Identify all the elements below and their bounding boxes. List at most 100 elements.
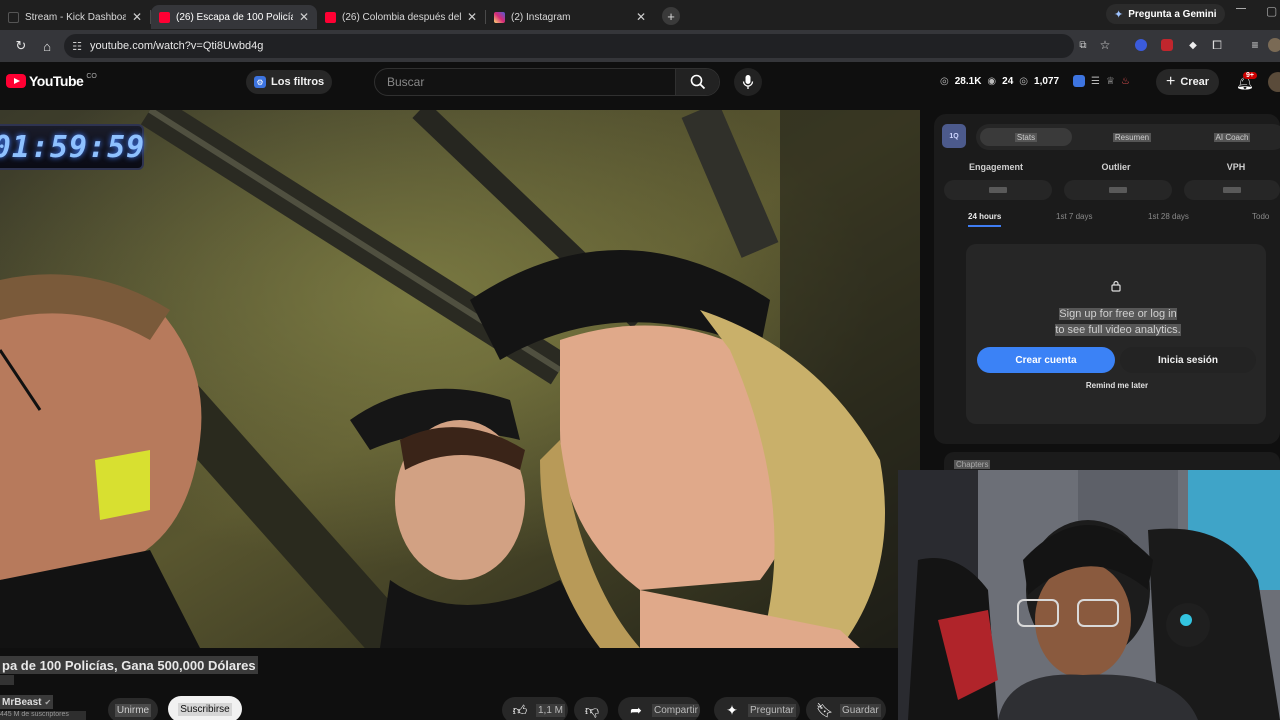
gemini-sparkle-icon: ✦ xyxy=(1114,8,1124,21)
likes-stat: 1,077 xyxy=(1034,75,1060,87)
logo-wordmark: YouTube xyxy=(29,73,84,89)
streamer-webcam-overlay xyxy=(898,470,1280,720)
address-bar[interactable]: ☷ youtube.com/watch?v=Qti8Uwbd4g xyxy=(64,34,1074,58)
verified-check-icon: ✔ xyxy=(44,697,52,707)
close-tab-icon[interactable]: ✕ xyxy=(132,10,142,24)
bookmark-star-icon[interactable]: ☆ xyxy=(1096,36,1114,54)
analytics-logo: 1Q xyxy=(942,124,966,148)
trophy-icon[interactable]: ♕ xyxy=(1106,76,1115,87)
extensions-puzzle-icon[interactable]: ⧠ xyxy=(1208,36,1226,54)
filters-button[interactable]: ⚙ Los filtros xyxy=(246,70,333,94)
save-button[interactable]: 🔖︎ Guardar xyxy=(806,697,886,720)
tab-resumen[interactable]: Resumen xyxy=(1086,128,1178,146)
video-title: pa de 100 Policías, Gana 500,000 Dólares xyxy=(0,656,258,674)
analytics-tabs: Stats Resumen AI Coach xyxy=(976,124,1280,150)
profile-avatar[interactable] xyxy=(1266,36,1280,54)
metric-vph-value xyxy=(1184,180,1280,200)
extension-diamond-icon[interactable]: ◆ xyxy=(1184,36,1202,54)
close-tab-icon[interactable]: ✕ xyxy=(299,10,309,24)
subscribe-label: Suscribirse xyxy=(178,702,232,716)
search-input[interactable] xyxy=(375,69,675,95)
dislike-button[interactable]: 👎︎ xyxy=(574,697,608,720)
remind-later-link[interactable]: Remind me later xyxy=(1044,381,1190,390)
minimize-window-icon[interactable] xyxy=(1236,8,1246,9)
ask-button[interactable]: ✦ Preguntar xyxy=(714,697,800,720)
extension-stats-bar: ◎ 28.1K ◉ 24 ◎ 1,077 ☰ ♕ ♨ xyxy=(940,75,1130,87)
tab-label: Stats xyxy=(1014,132,1038,142)
tab-stats[interactable]: Stats xyxy=(980,128,1072,146)
extension-blue-icon[interactable] xyxy=(1073,75,1086,87)
ask-label: Preguntar xyxy=(748,703,796,717)
voice-search-button[interactable] xyxy=(734,68,762,96)
subscribe-button[interactable]: Suscribirse xyxy=(168,696,242,720)
search-button[interactable] xyxy=(675,69,719,95)
chapters-panel[interactable]: Chapters xyxy=(944,452,1280,472)
title-subcaption xyxy=(0,675,14,685)
youtube-logo[interactable]: YouTube CO xyxy=(6,73,97,89)
eye-icon: ◉ xyxy=(987,75,997,87)
subscriber-count: 445 M de suscriptores xyxy=(0,711,86,720)
login-button[interactable]: Inicia sesión xyxy=(1120,347,1256,373)
reading-list-icon[interactable]: ≡ xyxy=(1246,36,1264,54)
range-24-hours[interactable]: 24 hours xyxy=(968,212,1002,227)
extension-red-icon[interactable] xyxy=(1158,36,1176,54)
tab-title: Stream - Kick Dashboard xyxy=(25,11,126,23)
create-label: Crear xyxy=(1180,76,1210,88)
list-icon[interactable]: ☰ xyxy=(1091,76,1100,87)
alert-icon[interactable]: ♨ xyxy=(1121,76,1130,87)
maximize-window-icon[interactable]: ▢ xyxy=(1266,4,1277,18)
channel-name-text: MrBeast xyxy=(2,696,42,708)
like-button[interactable]: 👍︎ 1,1 M xyxy=(502,697,568,720)
metric-engagement-value xyxy=(944,180,1052,200)
channel-name[interactable]: MrBeast ✔ xyxy=(0,695,54,709)
account-avatar[interactable] xyxy=(1268,72,1280,92)
join-label: Unirme xyxy=(114,703,152,717)
tab-ai-coach[interactable]: AI Coach xyxy=(1186,128,1278,146)
site-settings-icon[interactable]: ☷ xyxy=(64,40,90,53)
signup-line-1: Sign up for free or log in xyxy=(1059,308,1177,320)
cast-icon[interactable]: ⧉ xyxy=(1074,36,1092,54)
tab-label: AI Coach xyxy=(1213,132,1251,142)
country-code: CO xyxy=(86,72,97,80)
youtube-favicon-icon xyxy=(159,11,170,23)
tab-instagram[interactable]: (2) Instagram ✕ xyxy=(486,5,654,29)
search-icon xyxy=(690,74,705,90)
microphone-icon xyxy=(742,75,754,89)
eye-count: 24 xyxy=(1002,75,1014,87)
kick-favicon-icon xyxy=(8,11,19,23)
stream-countdown-timer: 01:59:59 xyxy=(0,124,144,170)
metric-vph: VPH xyxy=(1226,162,1246,172)
extension-blue-icon[interactable] xyxy=(1132,36,1150,54)
share-arrow-icon: ➦ xyxy=(630,701,642,718)
reload-icon[interactable]: ↻ xyxy=(8,33,34,59)
gemini-button[interactable]: ✦ Pregunta a Gemini xyxy=(1106,4,1225,24)
join-button[interactable]: Unirme xyxy=(108,698,158,720)
tab-kick-dashboard[interactable]: Stream - Kick Dashboard ✕ xyxy=(0,5,150,29)
range-first-7-days[interactable]: 1st 7 days xyxy=(1056,212,1092,221)
youtube-play-icon xyxy=(6,74,26,88)
url-text: youtube.com/watch?v=Qti8Uwbd4g xyxy=(90,40,264,52)
signup-prompt: Sign up for free or log in to see full v… xyxy=(1052,306,1184,338)
new-tab-button[interactable]: + xyxy=(662,7,680,25)
tab-youtube-escapa[interactable]: (26) Escapa de 100 Policías, Gana ✕ xyxy=(151,5,317,29)
range-all[interactable]: Todo xyxy=(1252,212,1269,221)
home-icon[interactable]: ⌂ xyxy=(34,33,60,59)
youtube-favicon-icon xyxy=(325,11,336,23)
like-count: 1,1 M xyxy=(536,703,566,717)
browser-tab-strip: Stream - Kick Dashboard ✕ (26) Escapa de… xyxy=(0,0,1280,30)
lock-icon xyxy=(1111,280,1121,292)
instagram-favicon-icon xyxy=(494,11,505,23)
tab-youtube-colombia[interactable]: (26) Colombia después del terr ✕ xyxy=(317,5,485,29)
close-tab-icon[interactable]: ✕ xyxy=(636,10,646,24)
video-player[interactable] xyxy=(0,110,920,648)
close-tab-icon[interactable]: ✕ xyxy=(467,10,477,24)
create-button[interactable]: + Crear xyxy=(1156,69,1220,95)
share-button[interactable]: ➦ Compartir xyxy=(618,697,700,720)
create-account-button[interactable]: Crear cuenta xyxy=(977,347,1115,373)
plus-icon: + xyxy=(1166,73,1176,90)
tab-title: (26) Colombia después del terr xyxy=(342,11,461,23)
range-first-28-days[interactable]: 1st 28 days xyxy=(1148,212,1189,221)
save-label: Guardar xyxy=(840,703,881,717)
sparkle-icon: ✦ xyxy=(726,701,738,718)
thumbs-down-icon: 👎︎ xyxy=(584,701,600,718)
